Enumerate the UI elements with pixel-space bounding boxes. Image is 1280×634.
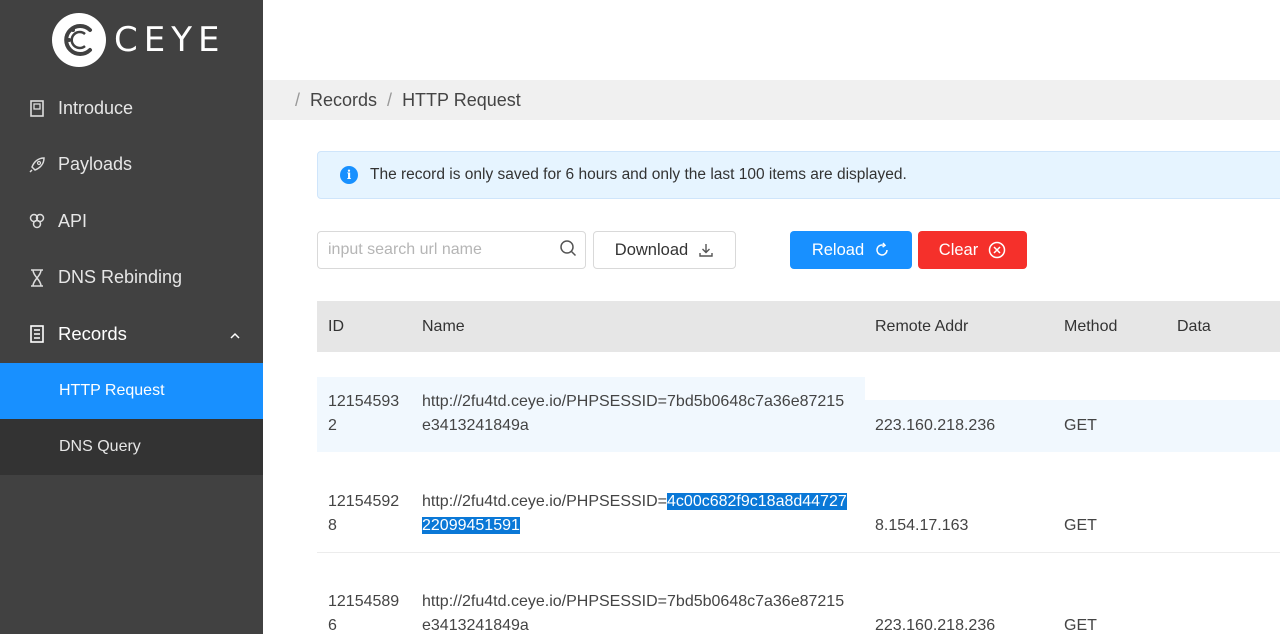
clear-button-label: Clear [938,240,979,259]
column-header-name: Name [422,317,465,335]
info-alert: i The record is only saved for 6 hours a… [317,151,1280,199]
sidebar-item-label: Introduce [58,97,134,118]
download-button[interactable]: Download [593,231,736,269]
download-icon [698,242,714,258]
sidebar-item-label: DNS Rebinding [58,267,183,288]
sidebar-item-introduce[interactable]: Introduce [0,80,263,137]
reload-button[interactable]: Reload [790,231,912,269]
sidebar-item-api[interactable]: API [0,193,263,250]
main-content: i The record is only saved for 6 hours a… [285,120,1280,634]
breadcrumb-separator: / [295,89,301,110]
table-row[interactable]: 12154592 8 http://2fu4td.ceye.io/PHPSESSI… [317,453,1280,553]
rocket-icon [28,156,46,174]
header [263,0,1280,80]
sidebar-subitem-label: DNS Query [59,437,141,455]
cell-method: GET [1064,517,1097,534]
logo-icon [52,13,106,67]
sidebar-subitem-dns-query[interactable]: DNS Query [0,418,263,475]
cell-id: 12154589 6 [328,593,400,634]
logo[interactable]: CEYE [0,0,263,80]
cell-method: GET [1064,417,1097,434]
column-header-id: ID [328,317,344,335]
selected-text: 4c00c682f9c18a8d44727 [667,493,847,510]
sidebar-item-label: Payloads [58,154,133,175]
search-icon[interactable] [559,239,577,262]
close-circle-icon [988,241,1006,259]
table-header: ID Name Remote Addr Method Data [317,301,1280,352]
cell-name[interactable]: http://2fu4td.ceye.io/PHPSESSID=7bd5b064… [422,590,844,634]
api-icon [28,212,46,230]
cell-name[interactable]: http://2fu4td.ceye.io/PHPSESSID=4c00c682… [422,490,847,538]
download-button-label: Download [614,240,689,259]
sidebar-subitem-label: HTTP Request [59,381,165,399]
cell-remote-addr: 223.160.218.236 [875,417,996,434]
breadcrumb-item-records[interactable]: Records [310,90,377,111]
info-icon: i [340,166,358,184]
cell-remote-addr: 8.154.17.163 [875,517,969,534]
cell-name[interactable]: http://2fu4td.ceye.io/PHPSESSID=7bd5b064… [422,390,844,438]
sidebar: CEYE Introduce Payloads API DNS Rebindin… [0,0,263,634]
sidebar-item-label: Records [58,323,127,345]
search-input[interactable] [328,241,559,259]
refresh-icon [874,242,890,258]
breadcrumb-item-http-request: HTTP Request [402,89,521,110]
book-icon [28,99,46,117]
reload-button-label: Reload [811,240,865,259]
cell-id: 12154593 2 [328,393,400,434]
sidebar-item-label: API [58,210,88,231]
table-row[interactable]: 12154593 2 http://2fu4td.ceye.io/PHPSESSI… [317,352,1280,452]
hourglass-icon [28,269,46,287]
column-header-data: Data [1177,317,1211,335]
sidebar-item-dns-rebinding[interactable]: DNS Rebinding [0,250,263,307]
table-row[interactable]: 12154589 6 http://2fu4td.ceye.io/PHPSESSI… [317,554,1280,634]
sidebar-item-records[interactable]: Records [0,306,263,363]
sidebar-subitem-http-request[interactable]: HTTP Request [0,362,263,419]
logo-text: CEYE [114,20,226,60]
column-header-method: Method [1064,317,1118,335]
search-box[interactable] [317,231,586,269]
cell-id: 12154592 8 [328,493,400,534]
cell-method: GET [1064,617,1097,634]
sidebar-item-payloads[interactable]: Payloads [0,137,263,194]
records-icon [28,325,46,344]
alert-text: The record is only saved for 6 hours and… [370,166,907,183]
clear-button[interactable]: Clear [918,231,1027,269]
breadcrumb-separator: / [387,89,393,110]
breadcrumb: / Records / HTTP Request [263,80,1280,120]
cell-remote-addr: 223.160.218.236 [875,617,996,634]
selected-text: 22099451591 [422,517,520,534]
column-header-remote-addr: Remote Addr [875,317,969,335]
chevron-up-icon[interactable] [229,323,241,345]
